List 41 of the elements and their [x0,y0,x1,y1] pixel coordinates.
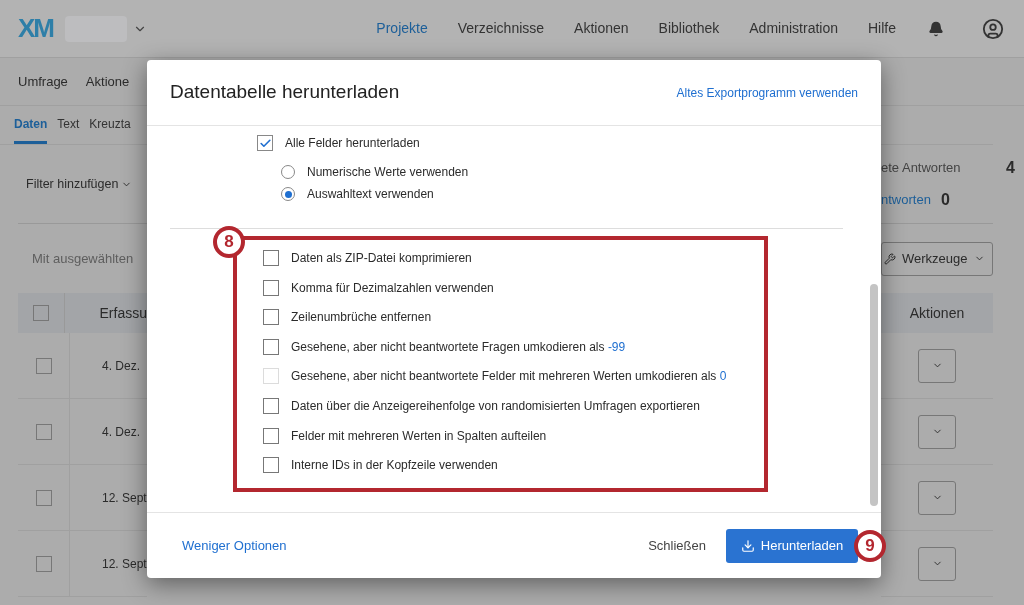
nav-link[interactable]: Projekte [376,18,428,39]
nav-link[interactable]: Bibliothek [658,18,720,39]
stat-value: 4 [1006,158,1015,178]
option-label: Zeilenumbrüche entfernen [291,309,432,327]
option-label: Daten als ZIP-Datei komprimieren [291,250,472,267]
table-cell-text: 12. Sept [102,555,147,573]
subnav-link[interactable]: Aktione [85,71,130,92]
tab[interactable]: Text [57,106,80,144]
step-marker: 8 [213,226,245,258]
option-label: Gesehene, aber nicht beantwortete Fragen umkodieren als -99 [291,338,626,356]
nav-link[interactable]: Hilfe [868,18,896,39]
stat-value: 0 [940,190,950,210]
table-cell-text: 12. Sept [102,489,147,507]
column-header: Aktionen [909,303,965,323]
filter-button[interactable]: Filter hinzufügen [26,174,133,194]
fewer-options-link[interactable]: Weniger Optionen [182,535,287,556]
bulk-action-label: Mit ausgewählten [32,249,134,268]
nav-link[interactable]: Administration [749,18,838,39]
option-label: Interne IDs in der Kopfzeile verwenden [291,457,498,475]
option-label: Alle Felder herunterladen [285,135,420,152]
subnav-link[interactable]: Umfrage [18,71,68,92]
stat-label: ete Antworten [881,159,961,178]
close-button[interactable]: Schließen [648,535,706,556]
option-label: Daten über die Anzeigereihenfolge von randomisierten Umfragen exportieren [291,397,700,415]
dialog-title: Datentabelle herunterladen [170,80,400,105]
nav-link[interactable]: Verzeichnisse [457,18,545,39]
step-marker: 9 [854,530,886,562]
tools-button[interactable]: Werkzeuge [881,241,993,276]
download-button[interactable]: Herunterladen [726,528,858,563]
table-cell-text: 4. Dez. [102,423,140,441]
legacy-export-link[interactable]: Altes Exportprogramm verwenden [676,83,858,102]
tab[interactable]: Kreuzta [89,106,131,144]
nav-link[interactable]: Aktionen [574,18,629,39]
column-header: Erfassu [99,303,147,323]
option-label: Felder mit mehreren Werten in Spalten aufteilen [291,427,547,445]
option-label: Numerische Werte verwenden [307,164,469,181]
option-label: Gesehene, aber nicht beantwortete Felder mit mehreren Werten umkodieren als 0 [291,368,727,386]
logo: XM [18,12,53,45]
option-label: Komma für Dezimalzahlen verwenden [291,279,494,297]
option-label: Auswahltext verwenden [307,186,434,203]
table-cell-text: 4. Dez. [102,357,140,375]
